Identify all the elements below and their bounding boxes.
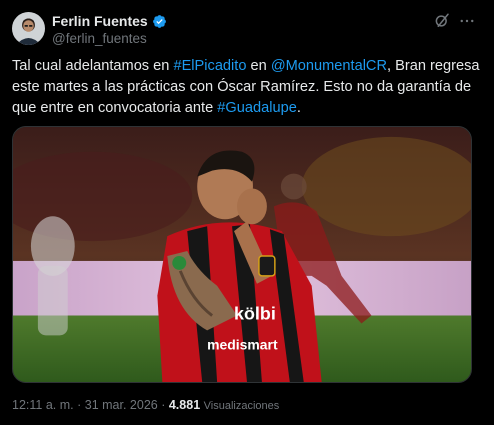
- tweet-media-photo[interactable]: kölbi medismart: [12, 126, 472, 383]
- hashtag-link[interactable]: #ElPicadito: [173, 58, 246, 74]
- jersey-sponsor-text-2: medismart: [207, 336, 278, 352]
- author-name-row[interactable]: Ferlin Fuentes: [52, 13, 167, 29]
- meta-separator: ·: [161, 398, 166, 412]
- mention-link[interactable]: @MonumentalCR: [271, 58, 387, 74]
- jersey-sponsor-text: kölbi: [234, 304, 276, 324]
- tweet-time[interactable]: 12:11 a. m.: [12, 398, 74, 412]
- tweet-text-segment: Tal cual adelantamos en: [12, 58, 174, 74]
- tweet-card[interactable]: Ferlin Fuentes @ferlin_fuentes Tal cual …: [0, 0, 494, 425]
- more-dots-icon[interactable]: [458, 12, 476, 30]
- tweet-text-segment: .: [296, 100, 301, 116]
- tweet-meta: 12:11 a. m. · 31 mar. 2026 · 4.881 Visua…: [12, 398, 279, 412]
- avatar[interactable]: [12, 12, 45, 45]
- author-handle[interactable]: @ferlin_fuentes: [52, 31, 147, 46]
- tweet-text: Tal cual adelantamos en #ElPicadito en @…: [12, 56, 482, 119]
- hashtag-link[interactable]: #Guadalupe: [217, 100, 297, 116]
- meta-separator: ·: [77, 398, 82, 412]
- views-label: Visualizaciones: [203, 400, 280, 412]
- tweet-text-segment: en: [246, 58, 271, 74]
- verified-badge-icon: [152, 14, 167, 29]
- grok-icon[interactable]: [433, 12, 451, 30]
- display-name[interactable]: Ferlin Fuentes: [52, 13, 148, 29]
- views-count: 4.881: [168, 398, 201, 412]
- tweet-date[interactable]: 31 mar. 2026: [85, 398, 158, 412]
